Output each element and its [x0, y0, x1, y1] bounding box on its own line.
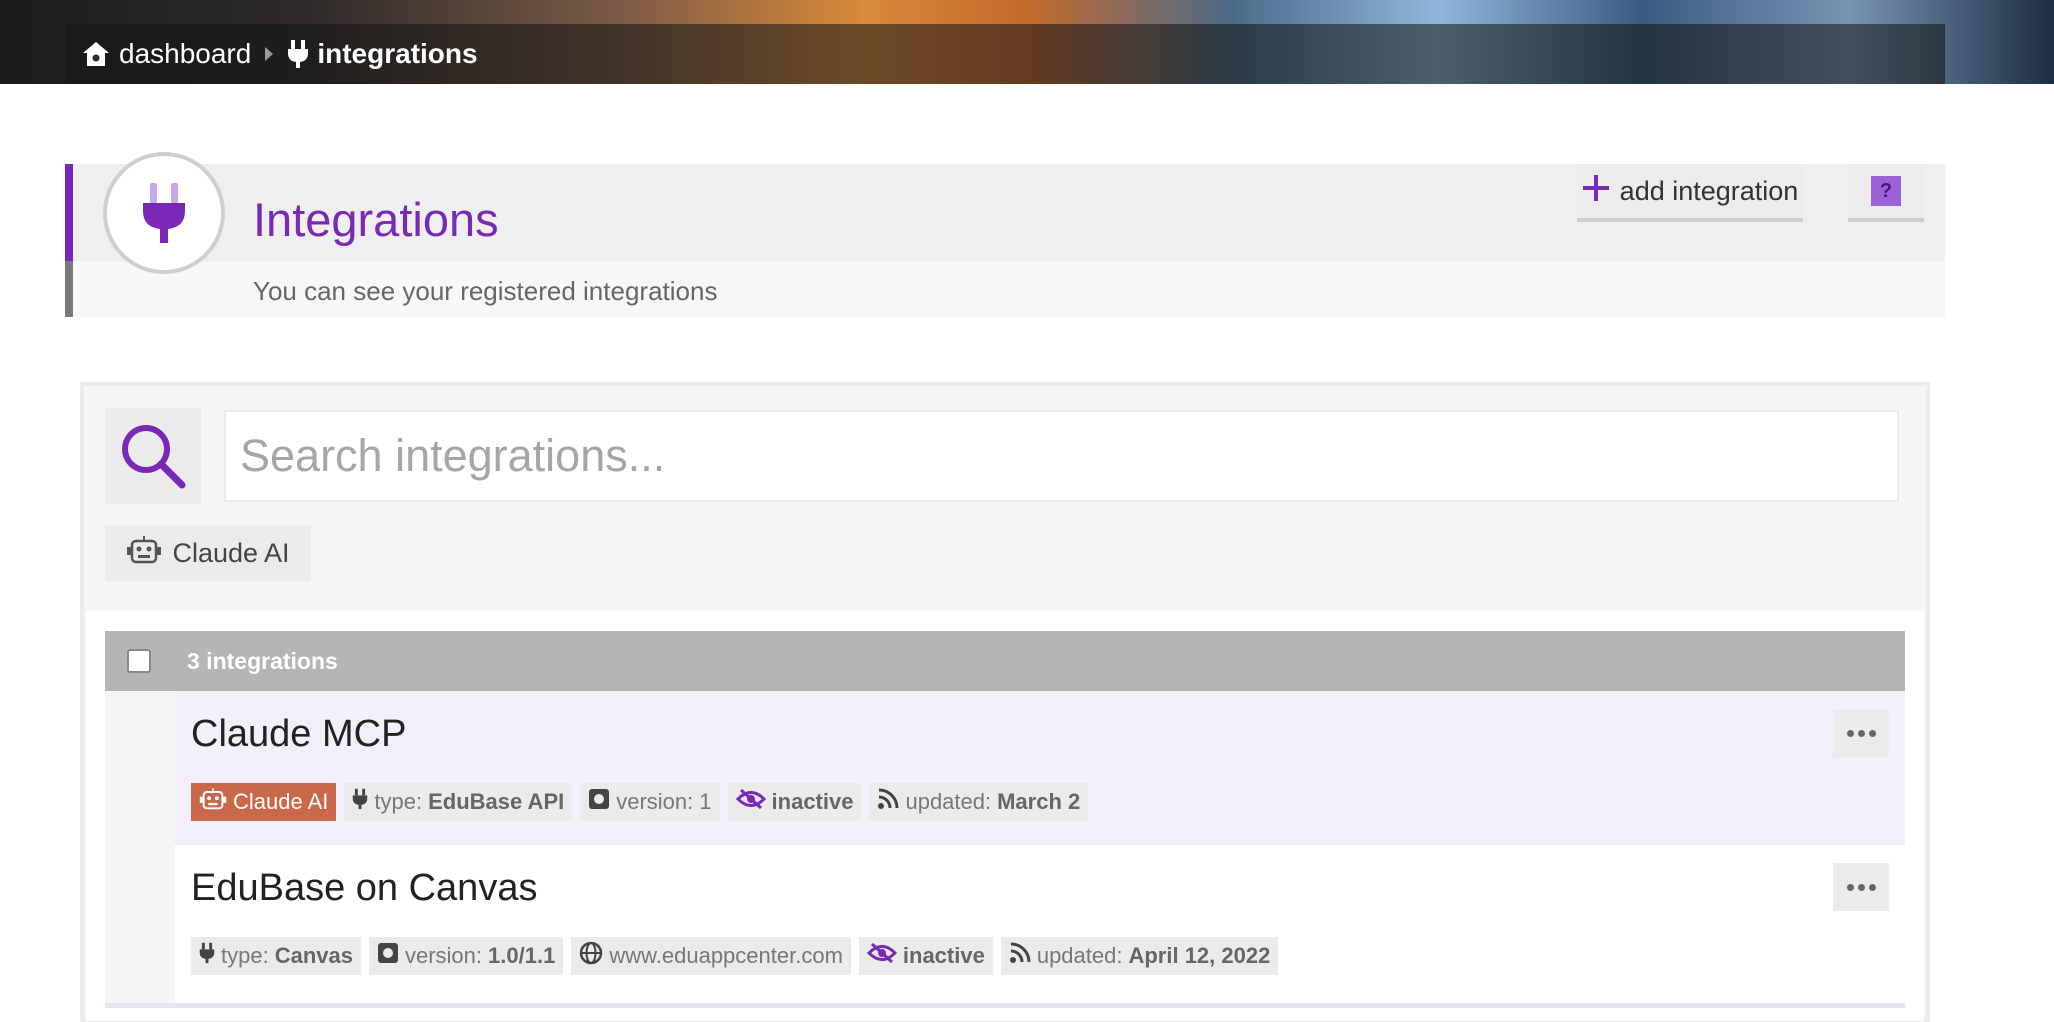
home-icon	[81, 40, 111, 68]
badge-label: Claude AI	[233, 789, 329, 814]
updated-prefix: updated:	[905, 789, 992, 814]
type-value: Canvas	[274, 943, 353, 968]
breadcrumb-current-label: integrations	[317, 38, 478, 69]
breadcrumb-dashboard-link[interactable]: dashboard	[81, 38, 251, 70]
robot-icon	[199, 788, 227, 816]
breadcrumb-dashboard-label: dashboard	[119, 38, 252, 69]
help-button[interactable]: ?	[1848, 164, 1924, 222]
version-tag: version: 1.0/1.1	[368, 937, 564, 975]
type-tag: type: Canvas	[191, 937, 361, 975]
breadcrumb: dashboard integrations	[65, 24, 1945, 84]
updated-prefix: updated:	[1036, 943, 1123, 968]
page-title: Integrations	[253, 193, 499, 246]
search-input[interactable]	[224, 410, 1899, 502]
feed-icon	[877, 788, 899, 816]
row-menu-button[interactable]	[1833, 709, 1889, 757]
status-label: inactive	[771, 789, 854, 814]
filter-chip-label: Claude AI	[172, 537, 290, 568]
integrations-count: 3 integrations	[187, 647, 338, 674]
status-tag: inactive	[727, 783, 862, 821]
chevron-right-icon	[263, 45, 275, 63]
feed-icon	[1009, 942, 1031, 970]
list-header: 3 integrations	[105, 631, 1905, 691]
type-tag: type: EduBase API	[344, 783, 573, 821]
breadcrumb-current: integrations	[287, 38, 478, 70]
search-icon[interactable]	[105, 408, 201, 504]
eye-slash-icon	[866, 942, 898, 970]
plug-icon	[352, 788, 368, 816]
integration-tags: type: Canvas version: 1.0/1.1 www.eduapp…	[191, 937, 1279, 975]
filter-chip-claude-ai[interactable]: Claude AI	[105, 525, 311, 581]
version-prefix: version:	[616, 789, 694, 814]
row-menu-button[interactable]	[1833, 863, 1889, 911]
status-label: inactive	[902, 943, 985, 968]
updated-tag: updated: March 2	[869, 783, 1089, 821]
ellipsis-icon	[1846, 729, 1854, 737]
type-prefix: type:	[221, 943, 269, 968]
integration-name[interactable]: EduBase on Canvas	[191, 867, 537, 910]
integration-tags: Claude AI type: EduBase API version: 1 i…	[191, 783, 1089, 821]
updated-tag: updated: April 12, 2022	[1000, 937, 1279, 975]
version-value: 1.0/1.1	[488, 943, 556, 968]
type-prefix: type:	[374, 789, 423, 814]
version-value: 1	[699, 789, 712, 814]
globe-icon	[579, 941, 603, 971]
select-all-checkbox[interactable]	[127, 649, 151, 673]
website-label: www.eduappcenter.com	[609, 943, 843, 968]
plug-icon	[199, 942, 215, 970]
version-prefix: version:	[404, 943, 483, 968]
row-divider	[105, 1003, 1905, 1008]
page-subtitle: You can see your registered integrations	[253, 276, 718, 306]
add-integration-label: add integration	[1619, 175, 1799, 206]
eye-slash-icon	[735, 788, 766, 816]
add-integration-button[interactable]: add integration	[1577, 164, 1803, 222]
type-value: EduBase API	[428, 789, 565, 814]
robot-icon	[126, 535, 162, 571]
website-tag: www.eduappcenter.com	[571, 937, 851, 975]
ellipsis-icon	[1846, 883, 1854, 891]
help-icon: ?	[1871, 176, 1901, 206]
version-tag: version: 1	[580, 783, 720, 821]
version-icon	[588, 788, 610, 816]
updated-value: April 12, 2022	[1128, 943, 1271, 968]
plug-icon	[103, 152, 225, 274]
updated-value: March 2	[997, 789, 1081, 814]
list-item[interactable]: EduBase on Canvas type: Canvas version: …	[105, 845, 1905, 1005]
list-item[interactable]: Claude MCP Claude AI type: EduBase API v…	[105, 691, 1905, 845]
version-icon	[377, 942, 399, 970]
page-header: Integrations You can see your registered…	[65, 152, 1945, 317]
plug-icon	[287, 39, 309, 69]
status-tag: inactive	[858, 937, 993, 975]
plus-icon	[1582, 174, 1610, 209]
integration-name[interactable]: Claude MCP	[191, 713, 406, 756]
claude-ai-badge: Claude AI	[191, 783, 337, 821]
